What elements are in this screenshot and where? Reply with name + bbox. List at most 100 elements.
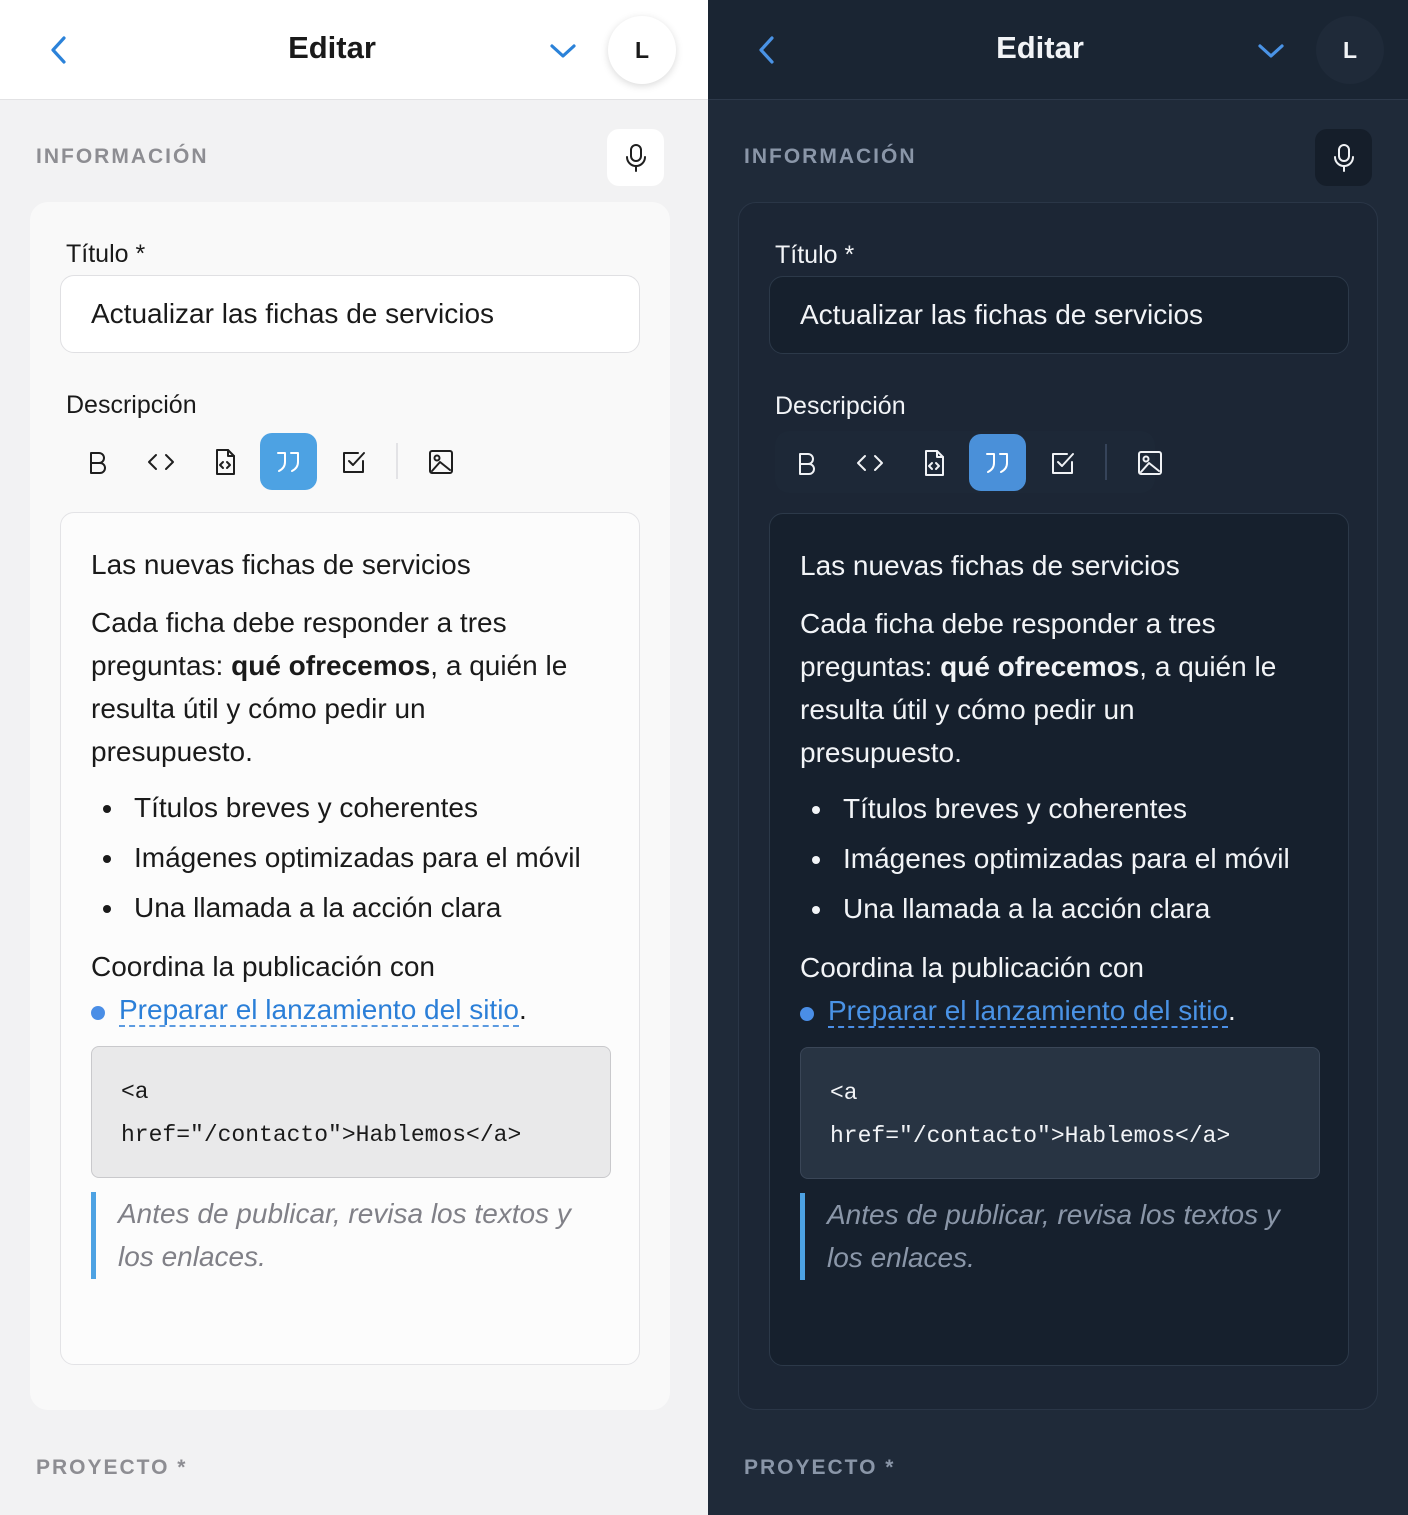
avatar[interactable]: L xyxy=(1316,16,1384,84)
description-label: Descripción xyxy=(775,392,906,420)
editor-heading: Las nuevas fichas de servicios xyxy=(800,550,1180,581)
list-item: Una llamada a la acción clara xyxy=(843,893,1211,924)
section-label-project: PROYECTO * xyxy=(744,1456,896,1479)
toolbar-divider xyxy=(396,443,398,479)
image-icon xyxy=(428,449,453,474)
editor-paragraph-line: preguntas: qué ofrecemos, a quién le xyxy=(91,650,568,681)
list-item: Títulos breves y coherentes xyxy=(134,792,478,823)
title-label: Título * xyxy=(775,241,855,269)
editor-paragraph-line: resulta útil y cómo pedir un xyxy=(800,694,1135,725)
quote-line: Antes de publicar, revisa los textos y xyxy=(827,1199,1280,1230)
microphone-icon xyxy=(625,143,646,172)
editor-paragraph-line: Coordina la publicación con xyxy=(800,952,1144,983)
image-button[interactable] xyxy=(412,433,469,490)
bold-icon xyxy=(798,452,815,475)
bold-text: qué ofrecemos xyxy=(940,651,1140,682)
bold-button[interactable] xyxy=(777,434,834,491)
info-card: Título * Actualizar las fichas de servic… xyxy=(738,202,1378,1410)
quote-button[interactable] xyxy=(969,434,1026,491)
bold-icon xyxy=(89,451,106,474)
bold-text: qué ofrecemos xyxy=(231,650,431,681)
link-status-dot xyxy=(91,1006,105,1020)
inline-code-button[interactable] xyxy=(132,433,189,490)
toolbar-divider xyxy=(1105,444,1107,480)
formatting-toolbar xyxy=(66,430,453,492)
quote-line: Antes de publicar, revisa los textos y xyxy=(118,1198,571,1229)
description-editor[interactable]: Las nuevas fichas de servicios Cada fich… xyxy=(769,513,1349,1366)
link-status-dot xyxy=(800,1007,814,1021)
quote-icon xyxy=(985,452,1008,473)
editor-paragraph-line: resulta útil y cómo pedir un xyxy=(91,693,426,724)
code-file-icon xyxy=(924,449,944,476)
bullet-marker xyxy=(103,905,111,913)
bullet-marker xyxy=(812,856,820,864)
avatar[interactable]: L xyxy=(608,16,676,84)
checklist-button[interactable] xyxy=(1034,434,1091,491)
quote-line: los enlaces. xyxy=(827,1242,975,1273)
formatting-toolbar xyxy=(775,431,1162,493)
editor-heading: Las nuevas fichas de servicios xyxy=(91,549,471,580)
editor-paragraph-line: Cada ficha debe responder a tres xyxy=(800,608,1216,639)
blockquote: Antes de publicar, revisa los textos y l… xyxy=(91,1192,611,1279)
task-link-line: Preparar el lanzamiento del sitio. xyxy=(828,995,1236,1028)
bullet-marker xyxy=(103,805,111,813)
top-bar: Editar L xyxy=(0,0,708,100)
expand-button[interactable] xyxy=(546,36,580,66)
bold-button[interactable] xyxy=(68,433,125,490)
image-button[interactable] xyxy=(1121,434,1178,491)
checklist-button[interactable] xyxy=(325,433,382,490)
task-link[interactable]: Preparar el lanzamiento del sitio xyxy=(828,995,1228,1028)
bullet-marker xyxy=(812,906,820,914)
task-link-line: Preparar el lanzamiento del sitio. xyxy=(119,994,527,1027)
section-label-info: INFORMACIÓN xyxy=(744,145,917,168)
list-item: Títulos breves y coherentes xyxy=(843,793,1187,824)
blockquote: Antes de publicar, revisa los textos y l… xyxy=(800,1193,1320,1280)
code-line: href="/contacto">Hablemos</a> xyxy=(121,1122,522,1148)
title-label: Título * xyxy=(66,240,146,268)
code-block-button[interactable] xyxy=(905,434,962,491)
editor-paragraph-line: presupuesto. xyxy=(800,737,962,768)
chevron-down-icon xyxy=(1258,44,1284,58)
checkbox-icon xyxy=(1051,452,1074,474)
bullet-marker xyxy=(812,806,820,814)
editor-paragraph-line: presupuesto. xyxy=(91,736,253,767)
list-item: Imágenes optimizadas para el móvil xyxy=(134,842,581,873)
checkbox-icon xyxy=(342,451,365,473)
section-label-project: PROYECTO * xyxy=(36,1456,188,1479)
editor-paragraph-line: Cada ficha debe responder a tres xyxy=(91,607,507,638)
code-block-button[interactable] xyxy=(196,433,253,490)
microphone-icon xyxy=(1333,143,1354,172)
code-block: <a href="/contacto">Hablemos</a> xyxy=(800,1047,1320,1179)
image-icon xyxy=(1137,450,1162,475)
dark-theme-pane: Editar L INFORMACIÓN Título * Actualizar… xyxy=(708,0,1408,1515)
code-file-icon xyxy=(215,448,235,475)
title-input[interactable]: Actualizar las fichas de servicios xyxy=(769,276,1349,354)
chevron-down-icon xyxy=(550,44,576,58)
editor-paragraph-line: preguntas: qué ofrecemos, a quién le xyxy=(800,651,1277,682)
section-label-info: INFORMACIÓN xyxy=(36,145,209,168)
code-line: href="/contacto">Hablemos</a> xyxy=(830,1123,1231,1149)
code-icon xyxy=(856,454,883,471)
bullet-marker xyxy=(103,855,111,863)
description-label: Descripción xyxy=(66,391,197,419)
task-link[interactable]: Preparar el lanzamiento del sitio xyxy=(119,994,519,1027)
info-card: Título * Actualizar las fichas de servic… xyxy=(30,202,670,1410)
expand-button[interactable] xyxy=(1254,36,1288,66)
quote-icon xyxy=(276,451,299,472)
voice-input-button[interactable] xyxy=(607,129,664,186)
code-block: <a href="/contacto">Hablemos</a> xyxy=(91,1046,611,1178)
code-line: <a xyxy=(830,1080,858,1106)
light-theme-pane: Editar L INFORMACIÓN Título * Actualizar… xyxy=(0,0,708,1515)
editor-paragraph-line: Coordina la publicación con xyxy=(91,951,435,982)
quote-line: los enlaces. xyxy=(118,1241,266,1272)
list-item: Una llamada a la acción clara xyxy=(134,892,502,923)
code-icon xyxy=(147,453,174,470)
title-input[interactable]: Actualizar las fichas de servicios xyxy=(60,275,640,353)
top-bar: Editar L xyxy=(708,0,1408,100)
list-item: Imágenes optimizadas para el móvil xyxy=(843,843,1290,874)
quote-button[interactable] xyxy=(260,433,317,490)
description-editor[interactable]: Las nuevas fichas de servicios Cada fich… xyxy=(60,512,640,1365)
voice-input-button[interactable] xyxy=(1315,129,1372,186)
inline-code-button[interactable] xyxy=(841,434,898,491)
code-line: <a xyxy=(121,1079,149,1105)
